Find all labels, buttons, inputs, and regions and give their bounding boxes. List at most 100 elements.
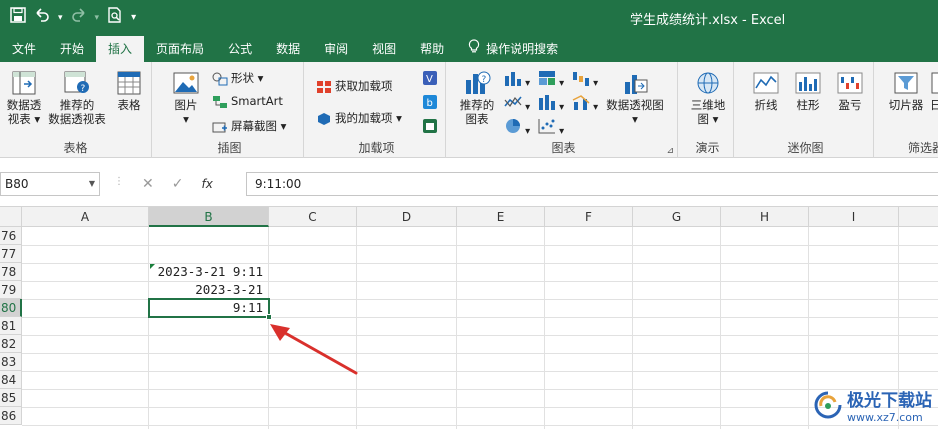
- timeline-icon: [930, 70, 938, 96]
- tab-data[interactable]: 数据: [264, 36, 312, 62]
- row-header-84[interactable]: 84: [0, 371, 22, 389]
- line-chart-icon[interactable]: ▾: [504, 94, 530, 113]
- table-button[interactable]: 表格: [110, 70, 148, 112]
- row-header-82[interactable]: 82: [0, 335, 22, 353]
- tab-formulas[interactable]: 公式: [216, 36, 264, 62]
- group-charts-label: 图表: [551, 141, 576, 155]
- lightbulb-icon: [468, 36, 480, 62]
- svg-text:?: ?: [81, 84, 86, 94]
- enter-icon[interactable]: ✓: [172, 176, 184, 192]
- sparkline-line-icon: [752, 70, 780, 96]
- my-addins-icon: [316, 112, 332, 126]
- gridline: [148, 227, 149, 429]
- hierarchy-chart-icon[interactable]: ▾: [538, 70, 564, 89]
- row-header-76[interactable]: 76: [0, 227, 22, 245]
- undo-dropdown-icon[interactable]: ▾: [58, 8, 63, 28]
- tab-file[interactable]: 文件: [0, 36, 48, 62]
- smartart-button[interactable]: SmartArt: [212, 94, 283, 109]
- store-icon: [316, 80, 332, 94]
- tab-review[interactable]: 审阅: [312, 36, 360, 62]
- cell-b79[interactable]: 2023-3-21: [149, 281, 269, 299]
- charts-dialog-launcher-icon[interactable]: ⊿: [666, 146, 674, 156]
- column-header-g[interactable]: G: [633, 207, 721, 227]
- title-bar: ▾ ▾ ▾ 学生成绩统计.xlsx - Excel: [0, 0, 938, 36]
- row-header-83[interactable]: 83: [0, 353, 22, 371]
- column-header-d[interactable]: D: [357, 207, 457, 227]
- sparkline-line-button[interactable]: 折线: [746, 70, 786, 112]
- slicer-icon: [892, 70, 920, 96]
- tell-me-label: 操作说明搜索: [486, 42, 559, 56]
- svg-text:V: V: [426, 74, 433, 85]
- combo-chart-icon[interactable]: ▾: [572, 94, 598, 113]
- pivot-chart-button[interactable]: 数据透视图 ▾: [602, 70, 668, 126]
- row-header-80[interactable]: 80: [0, 299, 22, 317]
- bing-maps-icon[interactable]: b: [422, 94, 438, 113]
- tab-home[interactable]: 开始: [48, 36, 96, 62]
- formula-input[interactable]: 9:11:00: [246, 172, 938, 196]
- row-header-78[interactable]: 78: [0, 263, 22, 281]
- group-tables-label: 表格: [63, 141, 88, 155]
- tab-page-layout[interactable]: 页面布局: [144, 36, 216, 62]
- pictures-button[interactable]: 图片 ▾: [164, 70, 208, 126]
- scatter-chart-icon[interactable]: ▾: [538, 118, 564, 137]
- column-header-c[interactable]: C: [269, 207, 357, 227]
- insert-function-button[interactable]: fx: [201, 177, 212, 191]
- sparkline-column-button[interactable]: 柱形: [788, 70, 828, 112]
- row-header-79[interactable]: 79: [0, 281, 22, 299]
- slicer-button[interactable]: 切片器: [884, 70, 928, 112]
- column-header-b[interactable]: B: [149, 207, 269, 227]
- tab-view[interactable]: 视图: [360, 36, 408, 62]
- 3d-map-button[interactable]: 三维地 图 ▾: [686, 70, 730, 126]
- redo-dropdown-icon[interactable]: ▾: [95, 8, 100, 28]
- timeline-button[interactable]: 日: [930, 70, 938, 112]
- statistic-chart-icon[interactable]: ▾: [538, 94, 564, 113]
- sparkline-winloss-button[interactable]: 盈亏: [830, 70, 870, 112]
- customize-qat-icon[interactable]: ▾: [131, 8, 136, 28]
- pie-chart-icon[interactable]: ▾: [504, 118, 530, 137]
- row-header-77[interactable]: 77: [0, 245, 22, 263]
- tab-insert[interactable]: 插入: [96, 36, 145, 62]
- column-chart-icon[interactable]: ▾: [504, 70, 530, 89]
- screenshot-button[interactable]: 屏幕截图 ▾: [212, 118, 286, 134]
- column-header-a[interactable]: A: [22, 207, 149, 227]
- group-illustrations-label: 插图: [217, 141, 242, 155]
- cell-b78[interactable]: 2023-3-21 9:11: [149, 263, 269, 281]
- worksheet-grid[interactable]: A B C D E F G H I 76 77 78 79 80 81 82 8…: [0, 206, 938, 429]
- row-header-85[interactable]: 85: [0, 389, 22, 407]
- sparkline-winloss-icon: [836, 70, 864, 96]
- table-icon: [115, 70, 143, 96]
- row-header-81[interactable]: 81: [0, 317, 22, 335]
- redo-icon[interactable]: [71, 7, 87, 29]
- cancel-icon[interactable]: ✕: [142, 176, 154, 192]
- tab-help[interactable]: 帮助: [408, 36, 456, 62]
- group-tours-label: 演示: [695, 141, 720, 155]
- my-addins-button[interactable]: 我的加载项 ▾: [316, 110, 402, 126]
- print-preview-icon[interactable]: [107, 7, 123, 29]
- visio-addin-icon[interactable]: V: [422, 70, 438, 89]
- smartart-icon: [212, 95, 228, 109]
- column-header-f[interactable]: F: [545, 207, 633, 227]
- row-header-86[interactable]: 86: [0, 407, 22, 425]
- gridline: [22, 353, 938, 354]
- svg-text:?: ?: [482, 75, 487, 85]
- tell-me-search[interactable]: 操作说明搜索: [456, 36, 570, 62]
- save-icon[interactable]: [10, 7, 26, 29]
- pivot-table-button[interactable]: 数据透 视表 ▾: [2, 70, 46, 126]
- recommended-charts-button[interactable]: ? 推荐的 图表: [454, 70, 500, 126]
- name-box[interactable]: B80 ▼: [0, 172, 100, 196]
- ribbon-insert: 数据透 视表 ▾ ? 推荐的 数据透视表 表格 表格 图片 ▾ 形状 ▾ Sma…: [0, 62, 938, 158]
- undo-icon[interactable]: [34, 7, 50, 29]
- shapes-button[interactable]: 形状 ▾: [212, 70, 263, 86]
- globe-icon: [694, 70, 722, 96]
- get-addins-button[interactable]: 获取加载项: [316, 78, 393, 94]
- column-header-e[interactable]: E: [457, 207, 545, 227]
- waterfall-chart-icon[interactable]: ▾: [572, 70, 598, 89]
- column-header-i[interactable]: I: [809, 207, 899, 227]
- column-header-h[interactable]: H: [721, 207, 809, 227]
- people-graph-icon[interactable]: [422, 118, 438, 137]
- chevron-down-icon[interactable]: ▼: [89, 173, 95, 195]
- recommended-pivot-button[interactable]: ? 推荐的 数据透视表: [46, 70, 108, 126]
- gridline: [22, 407, 938, 408]
- column-header-j[interactable]: [899, 207, 938, 227]
- select-all-button[interactable]: [0, 207, 22, 227]
